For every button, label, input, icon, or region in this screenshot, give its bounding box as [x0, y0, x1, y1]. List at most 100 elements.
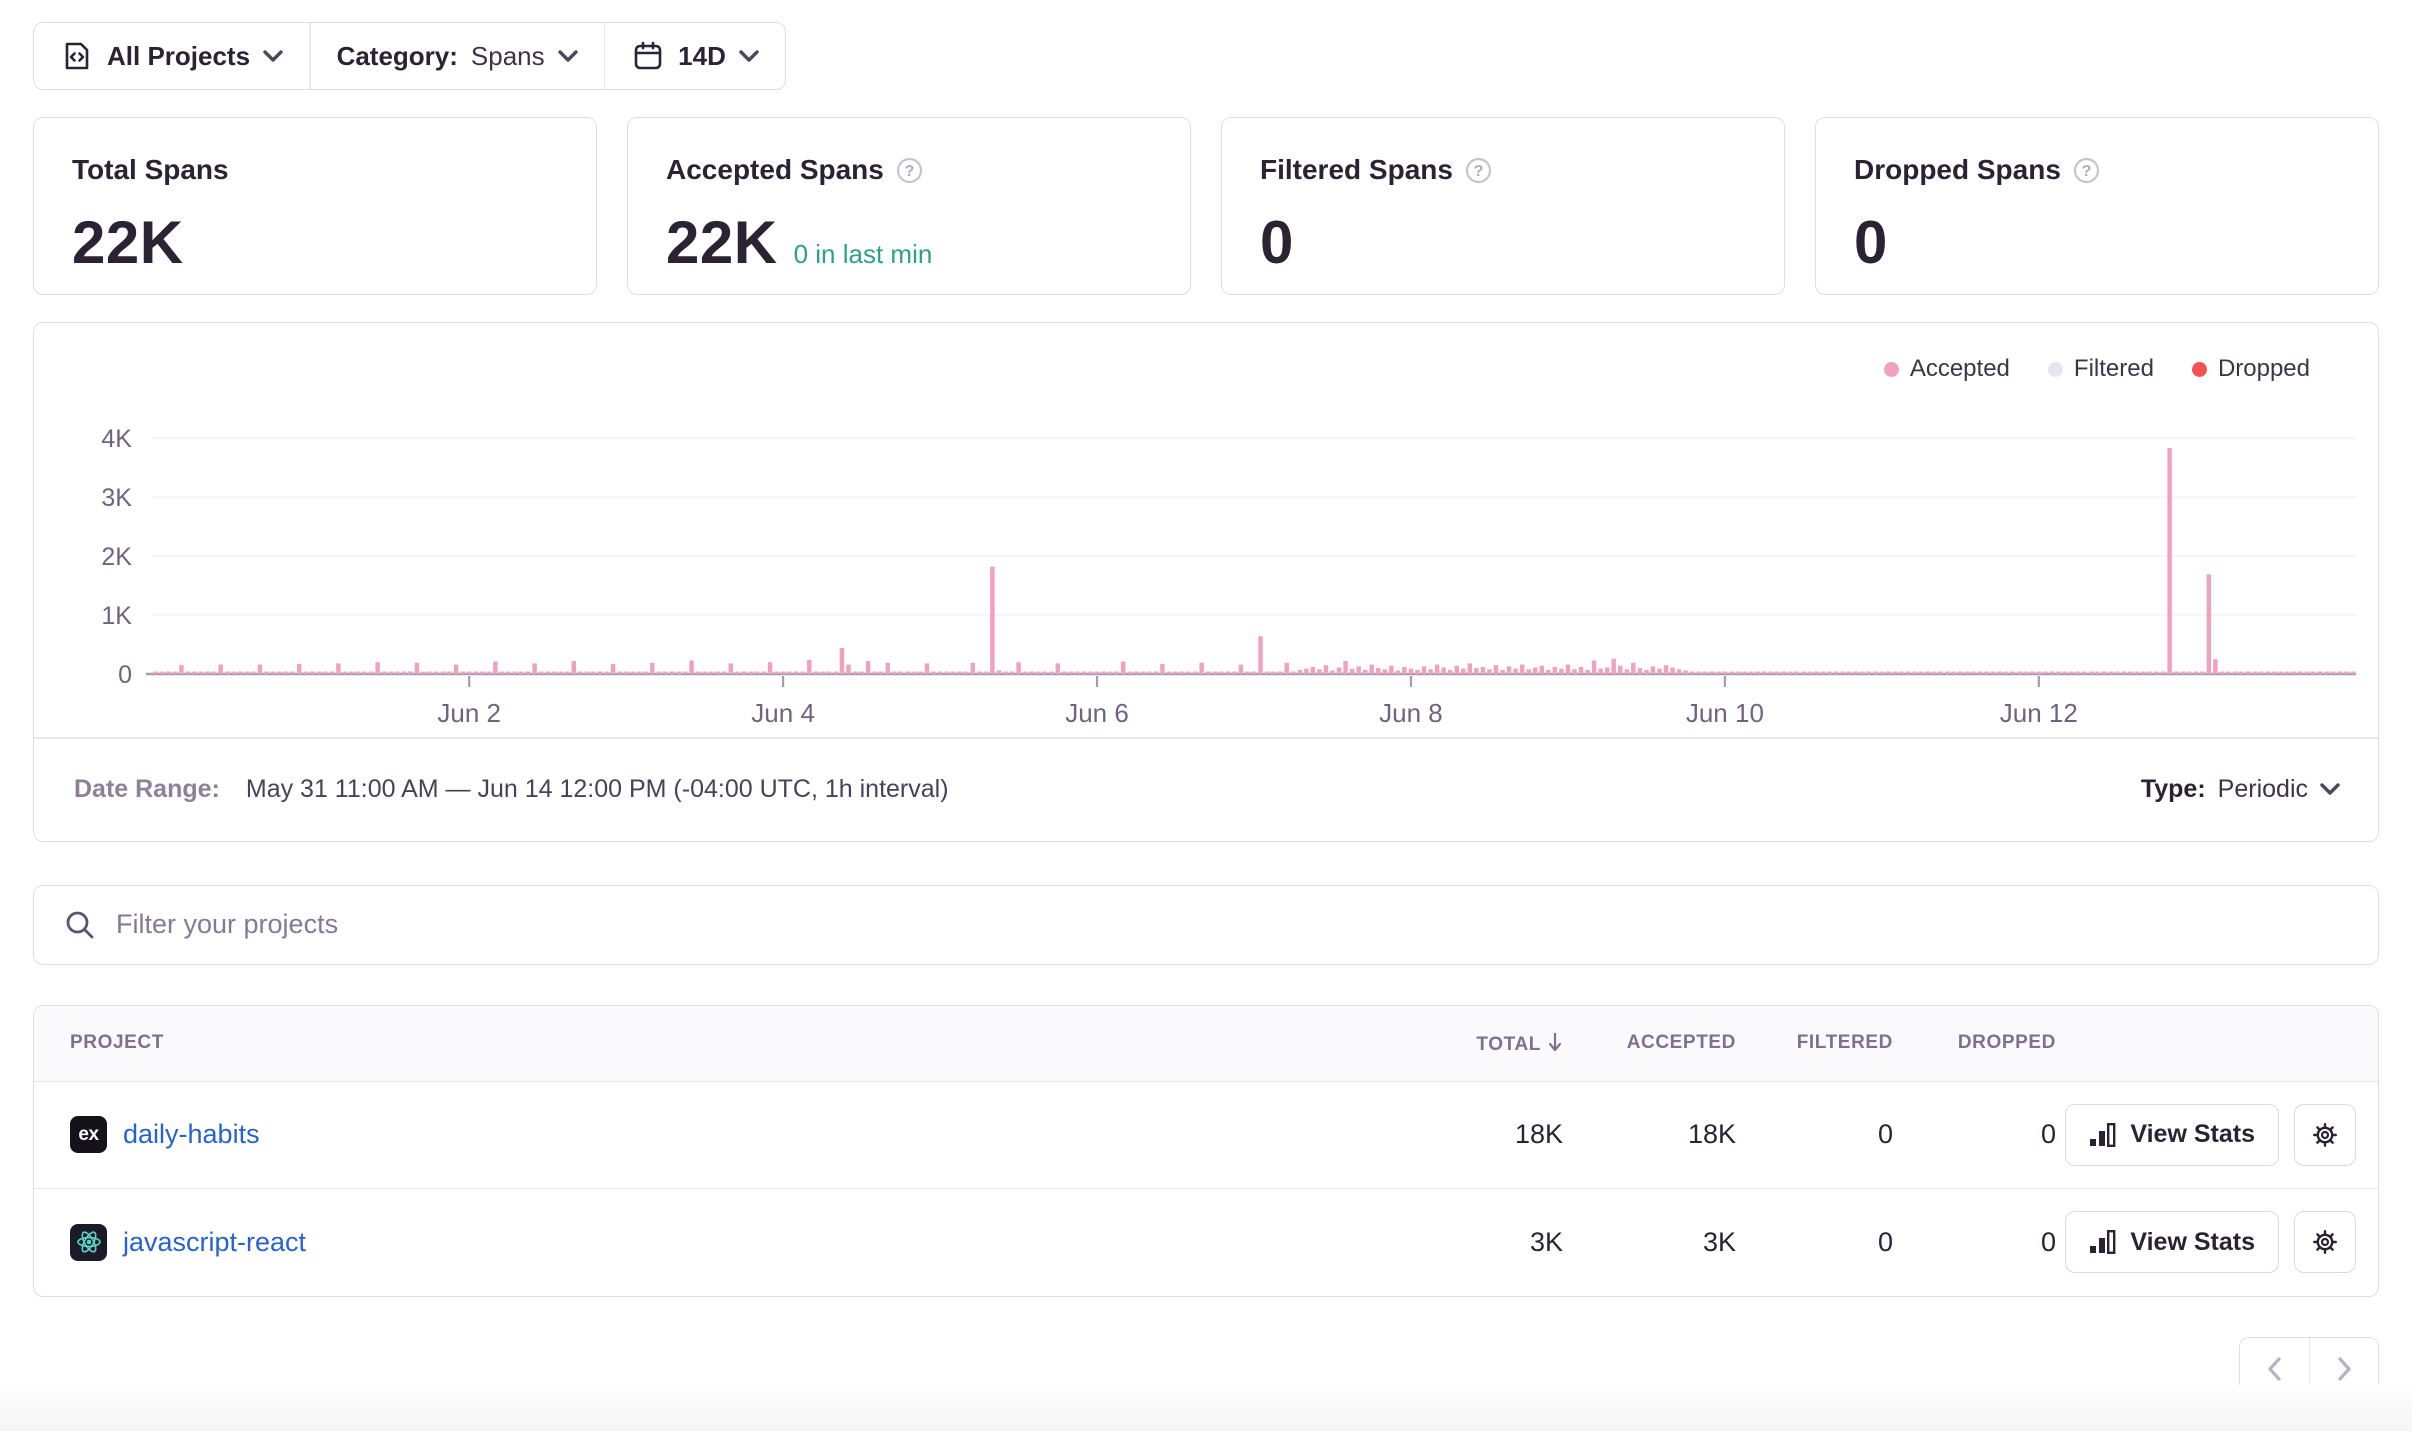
bar [1873, 672, 1877, 675]
bar [624, 672, 628, 675]
bar [742, 672, 746, 675]
bar [846, 665, 850, 674]
column-header-accepted[interactable]: ACCEPTED [1563, 1032, 1736, 1054]
column-header-total[interactable]: TOTAL [1433, 1031, 1563, 1056]
table-row: ex daily-habits 18K 18K 0 0 View Stats [34, 1082, 2378, 1189]
card-value: 22K [72, 208, 184, 277]
bar [1952, 672, 1956, 675]
bar [356, 672, 360, 675]
bar [1186, 672, 1190, 675]
type-label: Type: [2141, 775, 2206, 804]
bar [2318, 672, 2322, 675]
bar [859, 672, 863, 675]
legend-item-dropped[interactable]: Dropped [2192, 355, 2310, 383]
bar [1232, 672, 1236, 675]
bar [2141, 672, 2145, 675]
column-header-filtered[interactable]: FILTERED [1736, 1032, 1893, 1054]
bar [1749, 672, 1753, 675]
bar [1428, 669, 1432, 674]
project-settings-button[interactable] [2294, 1211, 2356, 1273]
bar [480, 672, 484, 675]
bar [676, 672, 680, 675]
spans-bar-chart[interactable]: 01K2K3K4KJun 2Jun 4Jun 6Jun 8Jun 10Jun 1… [68, 387, 2368, 737]
svg-text:?: ? [1474, 163, 1484, 180]
legend-item-filtered[interactable]: Filtered [2048, 355, 2154, 383]
view-stats-button[interactable]: View Stats [2065, 1211, 2279, 1273]
date-range-value: May 31 11:00 AM — Jun 14 12:00 PM (-04:0… [246, 775, 949, 804]
project-filter-dropdown[interactable]: All Projects [34, 23, 309, 89]
bar [1356, 666, 1360, 674]
bar [1173, 672, 1177, 675]
bar [1847, 672, 1851, 675]
bar [1553, 667, 1557, 674]
bar-chart-icon [2089, 1229, 2117, 1255]
legend-item-accepted[interactable]: Accepted [1884, 355, 2010, 383]
bar [2285, 672, 2289, 675]
category-filter-dropdown[interactable]: Category: Spans [311, 23, 604, 89]
bar [814, 672, 818, 675]
column-header-dropped[interactable]: DROPPED [1893, 1032, 2056, 1054]
project-link[interactable]: daily-habits [123, 1119, 260, 1150]
project-link[interactable]: javascript-react [123, 1227, 306, 1258]
bar [225, 672, 229, 675]
bar [2311, 672, 2315, 675]
bar [1997, 672, 2001, 675]
bar [349, 672, 353, 675]
bar [990, 567, 994, 674]
bar [1441, 668, 1445, 674]
bar [2135, 672, 2139, 675]
bar [1036, 672, 1040, 675]
search-input[interactable] [116, 909, 2348, 940]
bar [487, 672, 491, 675]
bar [1958, 672, 1962, 675]
bar [1029, 672, 1033, 675]
type-dropdown[interactable]: Type: Periodic [2141, 775, 2340, 804]
previous-page-button[interactable] [2240, 1338, 2309, 1400]
bar [1500, 670, 1504, 674]
bar [290, 672, 294, 675]
bar [519, 672, 523, 675]
help-icon[interactable]: ? [2073, 157, 2100, 184]
project-search-box[interactable] [33, 885, 2379, 965]
help-icon[interactable]: ? [1465, 157, 1492, 184]
project-filter-label: All Projects [107, 41, 250, 72]
bar [1049, 672, 1053, 675]
bar [912, 672, 916, 675]
bar [2167, 448, 2171, 674]
bar [1788, 672, 1792, 675]
svg-text:Jun 6: Jun 6 [1065, 698, 1129, 728]
bar [801, 672, 805, 675]
chevron-down-icon [558, 50, 578, 63]
bar [1474, 668, 1478, 674]
bar [395, 672, 399, 675]
view-stats-button[interactable]: View Stats [2065, 1104, 2279, 1166]
bar [892, 672, 896, 675]
accepted-spans-card: Accepted Spans ? 22K 0 in last min [627, 117, 1191, 295]
bar [330, 672, 334, 675]
bar [585, 672, 589, 675]
help-icon[interactable]: ? [896, 157, 923, 184]
next-page-button[interactable] [2309, 1338, 2378, 1400]
bar [2043, 672, 2047, 675]
table-header-row: PROJECT TOTAL ACCEPTED FILTERED DROPPED [34, 1006, 2378, 1082]
bar [1853, 672, 1857, 675]
date-period-dropdown[interactable]: 14D [605, 23, 785, 89]
bar [1350, 669, 1354, 674]
bar [1167, 672, 1171, 675]
project-settings-button[interactable] [2294, 1104, 2356, 1166]
bar [1611, 659, 1615, 674]
bar [199, 672, 203, 675]
bar [938, 672, 942, 675]
bar [2265, 672, 2269, 675]
bar [1082, 672, 1086, 675]
bar [1736, 672, 1740, 675]
bar [572, 661, 576, 674]
bar [277, 672, 281, 675]
card-title: Total Spans [72, 154, 229, 186]
svg-text:4K: 4K [101, 425, 132, 453]
bar [2109, 672, 2113, 675]
bar [670, 672, 674, 675]
bar [1703, 672, 1707, 675]
bar [2056, 672, 2060, 675]
bar [1258, 636, 1262, 674]
